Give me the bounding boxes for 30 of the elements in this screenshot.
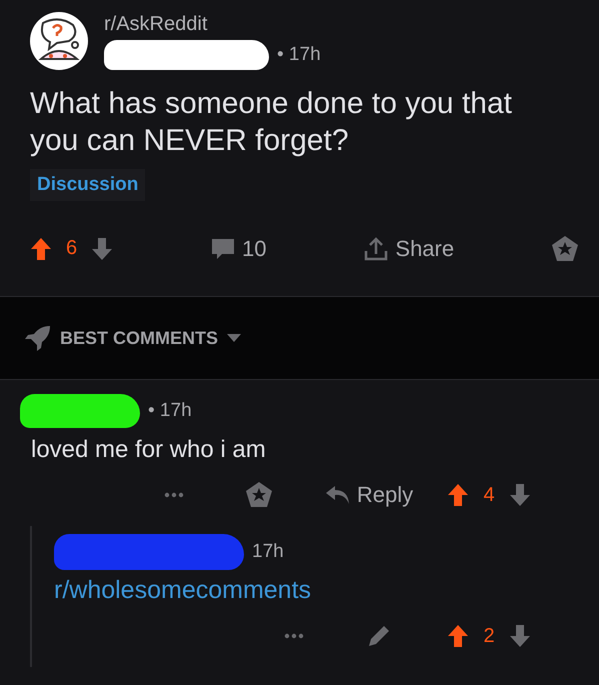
star-icon[interactable] — [551, 234, 579, 263]
vote-score: 4 — [483, 484, 495, 507]
vote-score: 6 — [66, 237, 78, 260]
comment-time: 17h — [252, 541, 284, 564]
more-icon[interactable] — [164, 492, 184, 498]
downvote-icon[interactable] — [91, 236, 114, 261]
comment-text: loved me for who i am — [31, 436, 267, 464]
share-button[interactable]: Share — [363, 236, 454, 262]
subreddit-link[interactable]: r/wholesomecomments — [54, 576, 312, 606]
rocket-icon — [24, 324, 52, 352]
upvote-icon[interactable] — [30, 236, 52, 261]
upvote-icon[interactable] — [447, 483, 470, 508]
more-icon[interactable] — [284, 633, 304, 640]
reply-button[interactable]: Reply — [324, 482, 414, 508]
flair-tag: Discussion — [30, 169, 146, 202]
caret-icon — [226, 333, 242, 344]
comments-button[interactable]: 10 — [210, 236, 266, 262]
upvote-icon[interactable] — [447, 624, 470, 648]
comment-icon — [210, 236, 236, 261]
post-time: • 17h — [277, 44, 321, 66]
comment-time: • 17h — [148, 400, 192, 422]
sort-dropdown[interactable]: BEST COMMENTS — [24, 324, 242, 352]
post-title: What has someone done to you that you can NEVER forget? — [30, 86, 513, 159]
downvote-icon[interactable] — [508, 624, 531, 648]
star-icon[interactable] — [245, 481, 273, 510]
subreddit-name[interactable]: r/AskReddit — [104, 12, 321, 36]
downvote-icon[interactable] — [508, 483, 531, 508]
reply-icon — [324, 485, 351, 506]
vote-score: 2 — [483, 624, 495, 648]
share-icon — [363, 236, 390, 262]
